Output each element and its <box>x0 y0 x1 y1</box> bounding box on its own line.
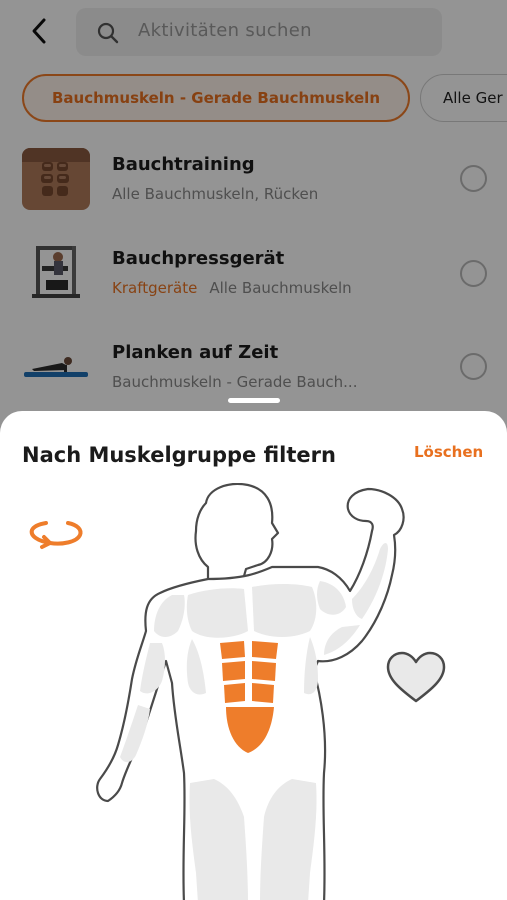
heart-icon[interactable] <box>384 649 448 705</box>
muscle-filter-sheet: Nach Muskelgruppe filtern Löschen <box>0 411 507 900</box>
clear-button[interactable]: Löschen <box>414 443 483 461</box>
body-muscle-map[interactable] <box>88 483 428 900</box>
sheet-drag-handle[interactable] <box>228 398 280 403</box>
sheet-title: Nach Muskelgruppe filtern <box>22 443 336 467</box>
rotate-icon[interactable] <box>24 515 86 551</box>
